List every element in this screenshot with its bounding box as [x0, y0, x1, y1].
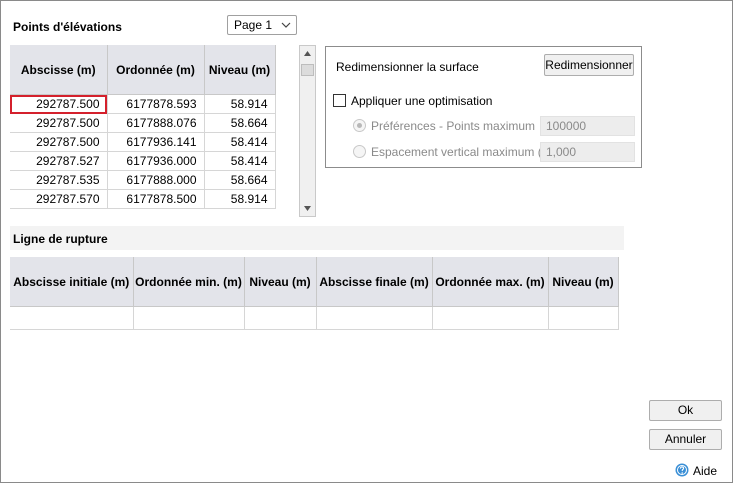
table-cell[interactable]: 58.664 — [204, 170, 276, 190]
table-row-empty[interactable] — [10, 306, 619, 330]
page-select-value: Page 1 — [234, 18, 273, 32]
column-header-ordonnee-max[interactable]: Ordonnée max. (m) — [432, 257, 549, 307]
table-cell[interactable]: 292787.527 — [10, 151, 108, 171]
column-header-ordonnee-min[interactable]: Ordonnée min. (m) — [133, 257, 245, 307]
table-cell[interactable]: 58.914 — [204, 94, 276, 114]
page-select[interactable]: Page 1 — [227, 15, 297, 35]
table-cell[interactable] — [548, 306, 619, 330]
table-cell[interactable]: 6177936.000 — [107, 151, 205, 171]
table-cell-selected[interactable]: 292787.500 — [10, 94, 108, 114]
breakline-table: Abscisse initiale (m) Ordonnée min. (m) … — [10, 257, 619, 330]
scroll-thumb[interactable] — [301, 64, 314, 76]
table-cell[interactable]: 58.914 — [204, 189, 276, 209]
chevron-down-icon — [281, 22, 291, 28]
scroll-up-button[interactable] — [300, 46, 315, 61]
table-cell[interactable] — [10, 306, 134, 330]
vertical-spacing-field[interactable]: 1,000 — [540, 142, 635, 162]
table-row[interactable]: 292787.500 6177936.141 58.414 — [10, 132, 276, 152]
vertical-scrollbar[interactable] — [299, 45, 316, 217]
help-icon[interactable] — [675, 463, 689, 477]
table-cell[interactable]: 6177878.593 — [107, 94, 205, 114]
column-header-abscisse-finale[interactable]: Abscisse finale (m) — [316, 257, 433, 307]
arrow-down-icon — [304, 206, 311, 211]
optimize-checkbox[interactable] — [333, 94, 346, 107]
help-label[interactable]: Aide — [693, 464, 717, 478]
optimize-checkbox-label[interactable]: Appliquer une optimisation — [351, 94, 492, 108]
column-header-niveau[interactable]: Niveau (m) — [204, 45, 276, 95]
radio-max-points[interactable] — [353, 119, 366, 132]
table-cell[interactable] — [244, 306, 317, 330]
vertical-spacing-label: Espacement vertical maximum (m) — [371, 145, 556, 159]
resize-surface-label: Redimensionner la surface — [336, 60, 479, 74]
table-cell[interactable]: 292787.570 — [10, 189, 108, 209]
table-cell[interactable]: 58.414 — [204, 132, 276, 152]
resize-button[interactable]: Redimensionner — [544, 54, 634, 76]
table-cell[interactable]: 6177888.000 — [107, 170, 205, 190]
cancel-button[interactable]: Annuler — [649, 429, 722, 450]
max-points-field[interactable]: 100000 — [540, 116, 635, 136]
table-cell[interactable] — [133, 306, 245, 330]
table-cell[interactable]: 292787.535 — [10, 170, 108, 190]
table-row[interactable]: 292787.500 6177878.593 58.914 — [10, 94, 276, 114]
table-cell[interactable]: 6177888.076 — [107, 113, 205, 133]
column-header-abscisse-initiale[interactable]: Abscisse initiale (m) — [10, 257, 134, 307]
table-cell[interactable]: 58.414 — [204, 151, 276, 171]
ok-button[interactable]: Ok — [649, 400, 722, 421]
column-header-niveau-1[interactable]: Niveau (m) — [244, 257, 317, 307]
table-cell[interactable]: 292787.500 — [10, 113, 108, 133]
radio-vertical-spacing[interactable] — [353, 145, 366, 158]
resize-panel: Redimensionner la surface Redimensionner… — [325, 46, 642, 168]
table-cell[interactable]: 292787.500 — [10, 132, 108, 152]
table-row[interactable]: 292787.535 6177888.000 58.664 — [10, 170, 276, 190]
table-cell[interactable]: 58.664 — [204, 113, 276, 133]
table-cell[interactable] — [432, 306, 549, 330]
breakline-title: Ligne de rupture — [13, 232, 108, 246]
table-cell[interactable]: 6177878.500 — [107, 189, 205, 209]
elevations-table: Abscisse (m) Ordonnée (m) Niveau (m) 292… — [10, 45, 276, 209]
max-points-label: Préférences - Points maximum — [371, 119, 536, 133]
table-cell[interactable] — [316, 306, 433, 330]
table-cell[interactable]: 6177936.141 — [107, 132, 205, 152]
elevations-title: Points d'élévations — [13, 20, 122, 34]
column-header-ordonnee[interactable]: Ordonnée (m) — [107, 45, 205, 95]
column-header-abscisse[interactable]: Abscisse (m) — [10, 45, 108, 95]
table-row[interactable]: 292787.570 6177878.500 58.914 — [10, 189, 276, 209]
table-row[interactable]: 292787.527 6177936.000 58.414 — [10, 151, 276, 171]
arrow-up-icon — [304, 51, 311, 56]
table-row[interactable]: 292787.500 6177888.076 58.664 — [10, 113, 276, 133]
scroll-down-button[interactable] — [300, 201, 315, 216]
column-header-niveau-2[interactable]: Niveau (m) — [548, 257, 619, 307]
